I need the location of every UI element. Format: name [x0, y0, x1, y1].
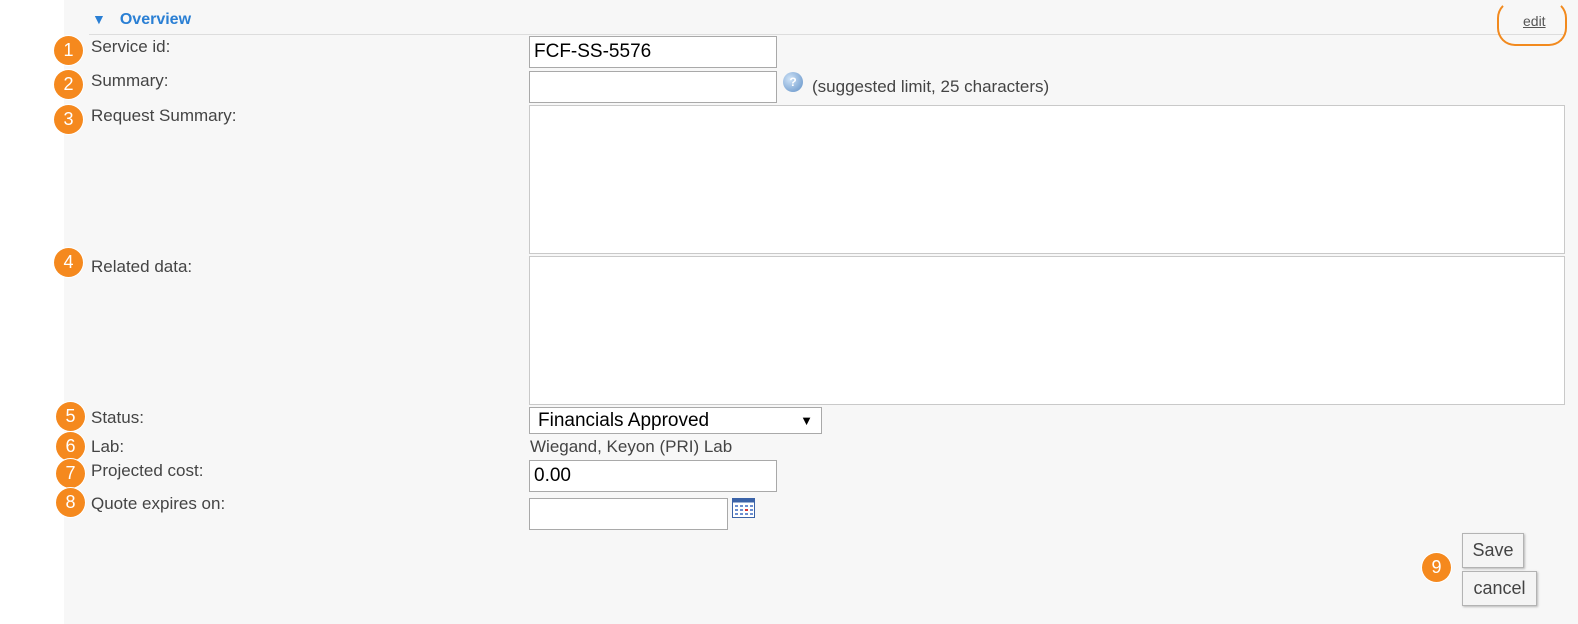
- projected-cost-input[interactable]: [529, 460, 777, 492]
- edit-link[interactable]: edit: [1523, 13, 1546, 29]
- summary-input[interactable]: [529, 71, 777, 103]
- lab-value: Wiegand, Keyon (PRI) Lab: [530, 437, 733, 456]
- lab-label: Lab:: [91, 437, 125, 456]
- request-summary-label: Request Summary:: [91, 106, 237, 125]
- calendar-icon[interactable]: [732, 498, 755, 518]
- projected-cost-label: Projected cost:: [91, 461, 204, 480]
- header-divider: [89, 34, 1564, 35]
- status-select[interactable]: Financials Approved ▼: [529, 407, 822, 434]
- triangle-down-icon: ▼: [92, 11, 106, 27]
- step-badge-4: 4: [54, 248, 83, 277]
- section-title: Overview: [119, 11, 192, 28]
- step-badge-7: 7: [56, 459, 85, 488]
- step-badge-8: 8: [56, 488, 85, 517]
- service-id-input[interactable]: [529, 36, 777, 68]
- dropdown-arrow-icon: ▼: [800, 413, 813, 428]
- step-badge-3: 3: [54, 105, 83, 134]
- quote-expires-input[interactable]: [529, 498, 728, 530]
- related-data-textarea[interactable]: [529, 256, 1565, 405]
- step-badge-2: 2: [54, 70, 83, 99]
- request-summary-textarea[interactable]: [529, 105, 1565, 254]
- service-id-label: Service id:: [91, 37, 171, 56]
- step-badge-1: 1: [54, 36, 83, 65]
- related-data-label: Related data:: [91, 257, 193, 276]
- overview-section-toggle[interactable]: ▼ Overview: [92, 11, 191, 29]
- status-selected-value: Financials Approved: [538, 409, 710, 431]
- step-badge-5: 5: [56, 402, 85, 431]
- step-badge-6: 6: [56, 432, 85, 461]
- quote-expires-label: Quote expires on:: [91, 494, 226, 513]
- step-badge-9: 9: [1422, 553, 1451, 582]
- save-button[interactable]: Save: [1462, 533, 1524, 568]
- summary-hint: (suggested limit, 25 characters): [812, 77, 1050, 96]
- help-icon[interactable]: ?: [783, 72, 803, 92]
- summary-label: Summary:: [91, 71, 169, 90]
- status-label: Status:: [91, 408, 144, 427]
- cancel-button[interactable]: cancel: [1462, 571, 1537, 606]
